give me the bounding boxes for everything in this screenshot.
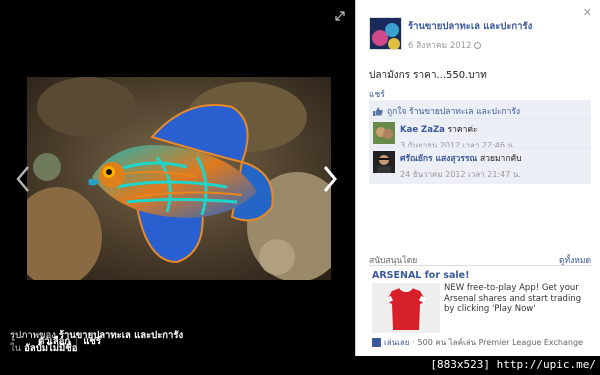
commenter-avatar[interactable] <box>373 122 395 144</box>
info-panel: ✕ ร้านขายปลาทะเล และปะการัง 6 สิงหาคม 20… <box>355 0 600 356</box>
photo-actions: ตัวเลือก | แชร์ <box>38 336 101 347</box>
likes-text[interactable]: ถูกใจ ร้านขายปลาทะเล และปะการัง <box>387 104 520 118</box>
share-photo-button[interactable]: แชร์ <box>83 336 101 347</box>
commenter-avatar[interactable] <box>373 151 395 173</box>
like-icon <box>372 338 381 347</box>
caption-album-prefix: ใน <box>10 343 22 354</box>
post-header: ร้านขายปลาทะเล และปะการัง 6 สิงหาคม 2012 <box>369 17 532 52</box>
page-name-link[interactable]: ร้านขายปลาทะเล และปะการัง <box>408 19 532 34</box>
comment-author[interactable]: Kae ZaZa <box>400 125 445 135</box>
comment-item: ศรัณยักร แสงสุวรรณ สวยมากคับ 24 ธันวาคม … <box>369 147 591 184</box>
ad-footer: เล่นเลย · 500 คน ไลค์เล่น Premier League… <box>372 336 583 349</box>
photo-stage: รูปภาพของ ร้านขายปลาทะเล และปะการัง ใน อ… <box>0 0 355 356</box>
ad-like-link[interactable]: เล่นเลย <box>384 336 409 349</box>
ad-title-link[interactable]: ARSENAL for sale! <box>372 270 469 281</box>
previous-photo-icon[interactable] <box>15 165 31 193</box>
photo-mandarin-fish <box>27 77 331 280</box>
comment-time[interactable]: 24 ธันวาคม 2012 เวลา 21:47 น. <box>400 168 522 181</box>
comment-author[interactable]: ศรัณยักร แสงสุวรรณ <box>400 154 477 164</box>
ad-like-count: · 500 คน ไลค์เล่น Premier League Exchang… <box>412 338 583 347</box>
comment-text: ราคาค่ะ <box>447 125 478 135</box>
post-date[interactable]: 6 สิงหาคม 2012 <box>408 41 471 51</box>
share-link[interactable]: แชร์ <box>369 87 385 101</box>
divider <box>369 265 591 266</box>
ad-text: NEW free-to-play App! Get your Arsenal s… <box>444 283 582 314</box>
close-icon[interactable]: ✕ <box>583 6 592 19</box>
next-photo-icon[interactable] <box>322 165 338 193</box>
post-text: ปลามังกร ราคา...550.บาท <box>369 70 487 81</box>
globe-icon <box>474 42 482 49</box>
watermark: [883x523] http://upic.me/ <box>426 356 600 375</box>
thumbs-up-icon <box>373 107 383 116</box>
fullscreen-icon[interactable] <box>335 11 345 21</box>
ad-image[interactable] <box>372 283 440 333</box>
comment-text: สวยมากคับ <box>480 154 522 164</box>
options-button[interactable]: ตัวเลือก <box>38 336 70 347</box>
page-avatar[interactable] <box>369 17 402 50</box>
